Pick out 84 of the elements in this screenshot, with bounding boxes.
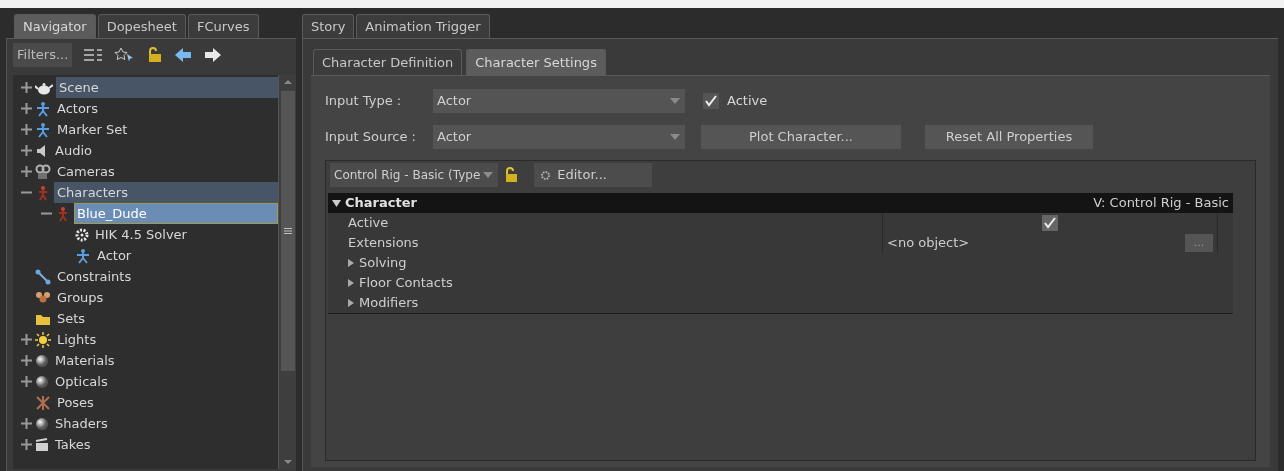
expand-icon[interactable]	[21, 355, 32, 366]
tab[interactable]: Navigator	[14, 14, 96, 38]
tab[interactable]: FCurves	[187, 14, 259, 38]
tab[interactable]: Character Settings	[466, 49, 606, 75]
expand-icon[interactable]	[21, 334, 32, 345]
input-source-label: Input Source :	[325, 128, 417, 147]
caret-icon	[482, 171, 495, 179]
property-label: Active	[328, 213, 883, 233]
expand-triangle-icon	[348, 279, 354, 287]
expand-triangle-icon	[348, 259, 354, 267]
tree-item[interactable]: Actors	[54, 98, 278, 119]
property-group[interactable]: Solving	[348, 253, 407, 273]
sun-icon	[35, 331, 51, 348]
active-checkbox[interactable]: Active	[703, 91, 768, 111]
input-type-dropdown[interactable]: Actor	[433, 89, 685, 113]
tree-item[interactable]: Actor	[94, 245, 278, 266]
clapper-icon	[35, 437, 49, 452]
link-icon	[35, 268, 51, 285]
sphere-icon	[35, 374, 49, 389]
property-checkbox[interactable]	[1042, 215, 1058, 231]
right-arrow-icon[interactable]	[204, 47, 223, 63]
property-group[interactable]: Modifiers	[348, 293, 419, 313]
grip-icon	[283, 228, 292, 234]
tree-item[interactable]: Constraints	[54, 266, 278, 287]
tree-item[interactable]: Scene	[56, 77, 278, 98]
version-label: V: Control Rig - Basic	[1093, 194, 1229, 213]
collapse-triangle-icon	[332, 198, 341, 208]
tree-item[interactable]: Materials	[52, 350, 278, 371]
figure-icon	[75, 247, 91, 264]
plot-character-button[interactable]: Plot Character...	[701, 125, 901, 149]
expand-icon[interactable]	[21, 145, 32, 156]
list-icon[interactable]	[84, 49, 103, 61]
tree-item[interactable]: Poses	[54, 392, 278, 413]
sphere-icon	[35, 353, 49, 368]
teapot-icon	[35, 80, 53, 95]
tree-item[interactable]: Characters	[54, 182, 278, 203]
tab[interactable]: Animation Trigger	[356, 14, 490, 38]
caret-icon	[669, 97, 681, 105]
tree-item[interactable]: Lights	[54, 329, 278, 350]
property-value: <no object>	[887, 234, 970, 253]
expand-icon[interactable]	[21, 103, 32, 114]
tree-item[interactable]: Audio	[52, 140, 278, 161]
input-type-label: Input Type :	[325, 92, 403, 111]
figure-icon	[35, 121, 51, 138]
expand-icon[interactable]	[21, 439, 32, 450]
filters-button[interactable]: Filters...	[13, 43, 73, 67]
section-header[interactable]: Character	[332, 193, 417, 213]
input-source-dropdown[interactable]: Actor	[433, 125, 685, 149]
caret-icon	[669, 133, 681, 141]
padlock-icon[interactable]	[146, 47, 163, 63]
check-icon	[705, 95, 717, 107]
padlock-icon[interactable]	[504, 167, 519, 183]
tree-item[interactable]: Sets	[54, 308, 278, 329]
figure-icon	[35, 100, 51, 117]
tab[interactable]: Story	[302, 14, 355, 38]
tree-item[interactable]: Marker Set	[54, 119, 278, 140]
property-group[interactable]: Floor Contacts	[348, 273, 453, 293]
expand-icon[interactable]	[21, 376, 32, 387]
gear-icon	[75, 227, 89, 242]
tree-item[interactable]: Shaders	[52, 413, 278, 434]
scrollbar[interactable]	[278, 75, 296, 469]
check-icon	[1044, 217, 1056, 229]
sphere-icon	[35, 416, 49, 431]
tree-item[interactable]: HIK 4.5 Solver	[92, 224, 278, 245]
tree-item[interactable]: Takes	[52, 434, 278, 455]
tree-item[interactable]: Cameras	[54, 161, 278, 182]
expand-icon[interactable]	[21, 124, 32, 135]
camera-icon	[35, 163, 51, 180]
control-rig-dropdown[interactable]: Control Rig - Basic (Type	[330, 163, 499, 187]
pose-icon	[35, 394, 51, 411]
gear-icon	[540, 169, 552, 181]
star-cursor-icon[interactable]	[114, 47, 135, 63]
editor-button[interactable]: Editor...	[534, 163, 653, 187]
property-label: Extensions	[328, 233, 883, 253]
tab[interactable]: Character Definition	[313, 49, 463, 75]
tree-item[interactable]: Groups	[54, 287, 278, 308]
tree-item[interactable]: Opticals	[52, 371, 278, 392]
expand-icon[interactable]	[21, 418, 32, 429]
reset-properties-button[interactable]: Reset All Properties	[925, 125, 1093, 149]
tab[interactable]: Dopesheet	[97, 14, 186, 38]
expand-triangle-icon	[348, 299, 354, 307]
expand-icon[interactable]	[21, 166, 32, 177]
expand-icon[interactable]	[21, 82, 32, 93]
left-arrow-icon[interactable]	[174, 47, 193, 63]
